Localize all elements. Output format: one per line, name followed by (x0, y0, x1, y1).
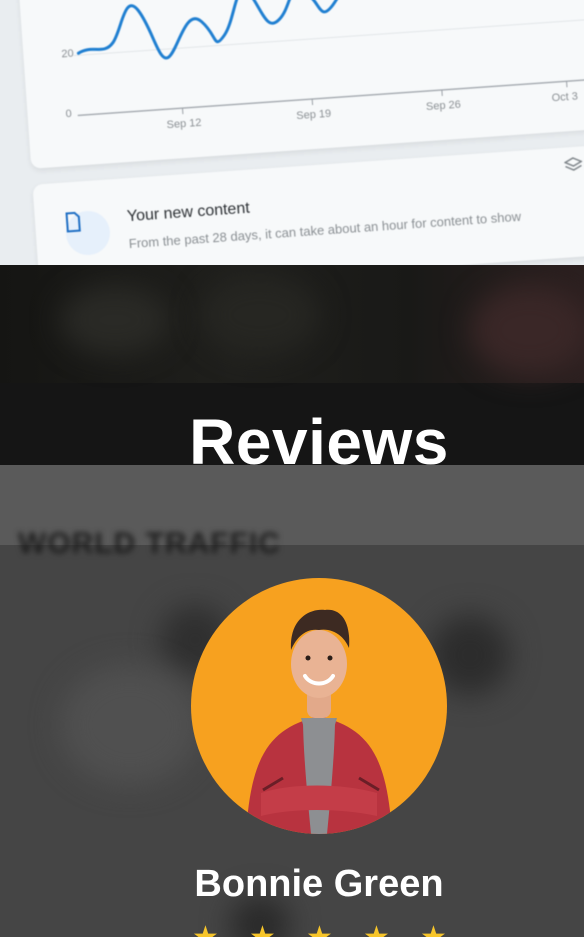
star-icon: ★ (192, 923, 219, 937)
reviewer-name: Bonnie Green (194, 863, 444, 905)
background-blur (60, 665, 200, 785)
x-tick-label: Sep 12 (166, 116, 202, 132)
face (291, 630, 347, 698)
background-blur (200, 275, 320, 355)
y-tick-label: 20 (61, 47, 75, 61)
star-icon: ★ (420, 923, 447, 937)
views-series-line (76, 0, 520, 60)
section-heading: Reviews (189, 406, 449, 478)
y-tick-label: 0 (65, 107, 73, 121)
x-tick-label: Sep 19 (295, 107, 332, 123)
hero-photo: 20 0 Sep 12 Sep 19 Sep 26 Oct 3 Your new… (0, 0, 584, 265)
background-blur (60, 285, 170, 355)
background-label: WORLD TRAFFIC (18, 527, 281, 560)
x-tick-label: Oct 3 (551, 90, 579, 105)
gridline (73, 18, 584, 57)
reviews-section: WORLD TRAFFIC Reviews Bonnie Green ★ ★ ★… (0, 265, 584, 937)
background-blur (470, 285, 584, 375)
analytics-screen: 20 0 Sep 12 Sep 19 Sep 26 Oct 3 Your new… (0, 0, 584, 265)
star-icon: ★ (363, 923, 390, 937)
rating-stars: ★ ★ ★ ★ ★ (192, 923, 447, 937)
star-icon: ★ (249, 923, 276, 937)
star-icon: ★ (306, 923, 333, 937)
x-tick-label: Sep 26 (425, 98, 462, 114)
avatar (191, 578, 447, 834)
